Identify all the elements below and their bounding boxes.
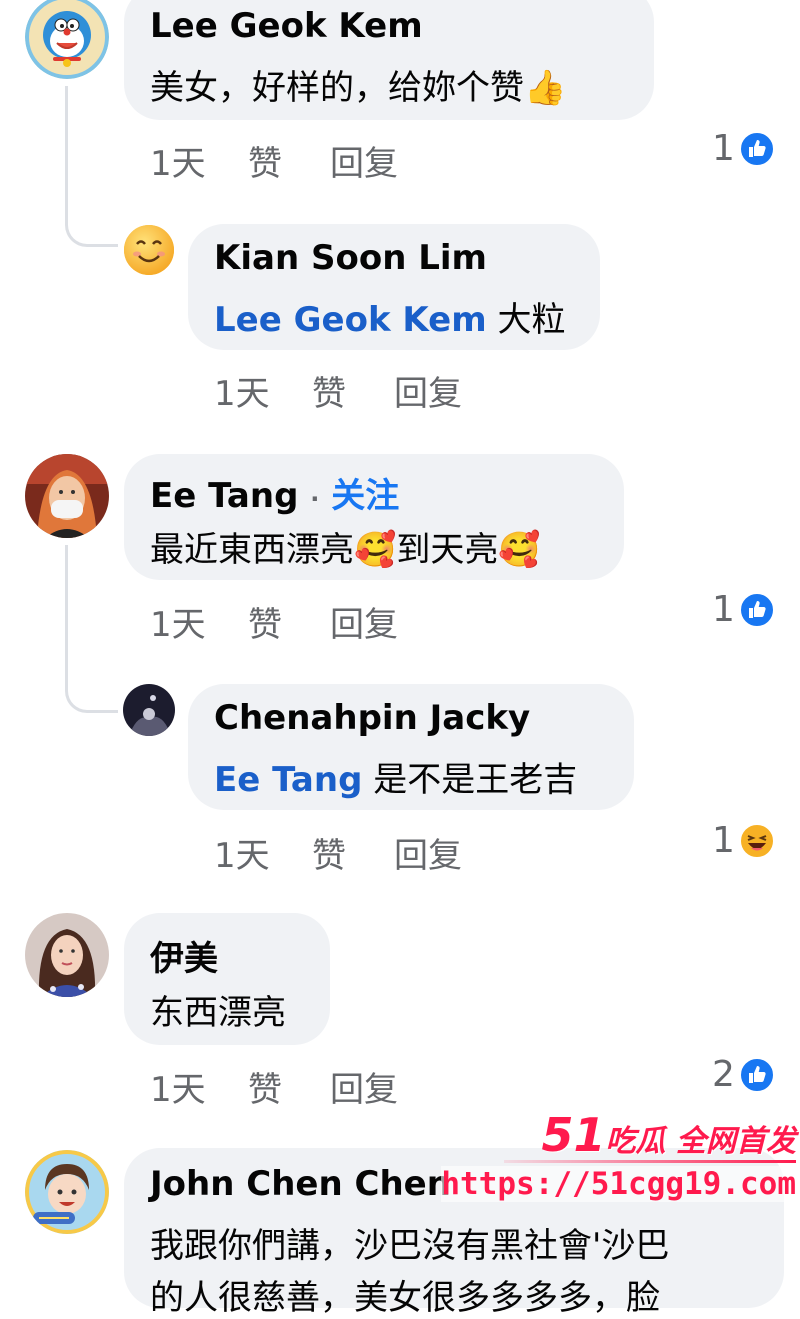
reply-button[interactable]: 回复 — [330, 1062, 398, 1111]
comment-time: 1天 — [214, 836, 270, 876]
doraemon-avatar-icon[interactable] — [25, 0, 109, 79]
comment-time: 1天 — [214, 374, 270, 414]
comment-text: 美女，好样的，给妳个赞👍 — [150, 68, 567, 108]
reaction-summary[interactable]: 1 — [712, 589, 775, 630]
haha-icon — [738, 822, 775, 859]
mention-link[interactable]: Ee Tang — [214, 760, 362, 800]
comment-author[interactable]: Kian Soon Lim — [214, 238, 487, 278]
woman-photo-avatar-icon[interactable] — [25, 913, 109, 997]
watermark-number: 51 — [541, 1108, 606, 1162]
like-icon — [738, 130, 775, 167]
reply-bubble: Kian Soon Lim Lee Geok Kem 大粒 — [188, 224, 600, 350]
comment-text: 东西漂亮 — [150, 993, 286, 1033]
comment-author[interactable]: 伊美 — [150, 931, 218, 980]
comment-actions: 1天 赞 回复 — [150, 597, 450, 645]
smiley-avatar-icon[interactable] — [123, 224, 175, 276]
child-photo-avatar-icon[interactable] — [25, 1150, 109, 1234]
comment-text: 最近東西漂亮🥰到天亮🥰 — [150, 530, 541, 570]
comment-text: Ee Tang 是不是王老吉 — [214, 752, 577, 801]
comment-time: 1天 — [150, 1070, 206, 1110]
reply-text: 大粒 — [497, 300, 566, 340]
comment-actions: 1天 赞 回复 — [214, 828, 514, 876]
watermark-divider — [504, 1160, 796, 1163]
like-button[interactable]: 赞 — [312, 366, 346, 415]
reply-button[interactable]: 回复 — [394, 828, 462, 877]
author-name[interactable]: Ee Tang — [150, 476, 298, 516]
like-button[interactable]: 赞 — [248, 597, 282, 646]
follow-button[interactable]: 关注 — [331, 476, 399, 516]
separator-dot: · — [310, 485, 320, 513]
reaction-summary[interactable]: 1 — [712, 820, 775, 861]
comment-bubble: 伊美 东西漂亮 — [124, 913, 330, 1045]
night-photo-avatar-icon[interactable] — [123, 684, 175, 736]
watermark-tagline: 吃瓜 全网首发 — [605, 1124, 796, 1159]
like-icon — [738, 591, 775, 628]
like-button[interactable]: 赞 — [248, 1062, 282, 1111]
comment-bubble: Lee Geok Kem 美女，好样的，给妳个赞👍 — [124, 0, 654, 120]
comment-actions: 1天 赞 回复 — [150, 136, 450, 184]
reaction-count: 1 — [712, 128, 735, 169]
reply-text: 是不是王老吉 — [373, 760, 578, 800]
comment-actions: 1天 赞 回复 — [150, 1062, 450, 1110]
comment-author[interactable]: Lee Geok Kem — [150, 6, 423, 46]
reaction-summary[interactable]: 2 — [712, 1054, 775, 1095]
comment-bubble: Ee Tang · 关注 最近東西漂亮🥰到天亮🥰 — [124, 454, 624, 580]
thread-connector-line — [65, 86, 118, 247]
reaction-count: 1 — [712, 820, 735, 861]
watermark-url: https://51cgg19.com — [441, 1166, 796, 1202]
comment-time: 1天 — [150, 144, 206, 184]
reply-button[interactable]: 回复 — [394, 366, 462, 415]
reaction-count: 2 — [712, 1054, 735, 1095]
comment-actions: 1天 赞 回复 — [214, 366, 514, 414]
mention-link[interactable]: Lee Geok Kem — [214, 300, 487, 340]
person-photo-avatar-icon[interactable] — [25, 454, 109, 538]
like-icon — [738, 1056, 775, 1093]
like-button[interactable]: 赞 — [312, 828, 346, 877]
reaction-count: 1 — [712, 589, 735, 630]
comment-author: Ee Tang · 关注 — [150, 468, 399, 517]
comment-text: Lee Geok Kem 大粒 — [214, 292, 565, 341]
watermark-logo: 51吃瓜 全网首发 — [542, 1108, 796, 1162]
comment-author[interactable]: John Chen Chen — [150, 1164, 451, 1204]
comment-text: 我跟你們講，沙巴沒有黑社會'沙巴 — [150, 1226, 670, 1266]
like-button[interactable]: 赞 — [248, 136, 282, 185]
reaction-summary[interactable]: 1 — [712, 128, 775, 169]
comment-time: 1天 — [150, 605, 206, 645]
thread-connector-line — [65, 545, 118, 713]
reply-bubble: Chenahpin Jacky Ee Tang 是不是王老吉 — [188, 684, 634, 810]
reply-button[interactable]: 回复 — [330, 136, 398, 185]
reply-button[interactable]: 回复 — [330, 597, 398, 646]
comment-text-line2: 的人很慈善，美女很多多多多，脸 — [150, 1278, 660, 1318]
comment-author[interactable]: Chenahpin Jacky — [214, 698, 530, 738]
